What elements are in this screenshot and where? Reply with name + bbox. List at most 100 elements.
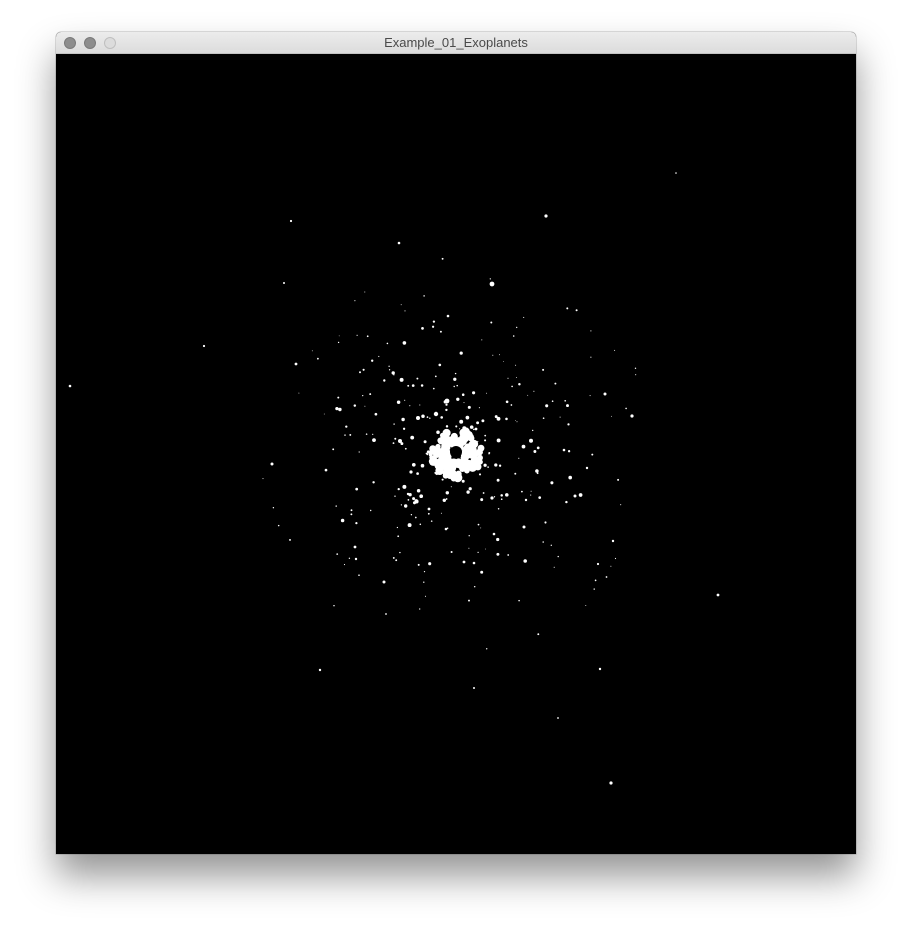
planet-dot <box>385 613 387 615</box>
planet-dot <box>486 648 488 650</box>
planet-dot <box>466 490 470 494</box>
planet-dot <box>356 334 358 336</box>
planet-dot <box>401 417 405 422</box>
planet-dot <box>369 393 372 396</box>
planet-dot <box>364 405 366 407</box>
planet-dot <box>397 535 400 538</box>
planet-dot <box>515 364 517 366</box>
planet-dot <box>482 492 485 494</box>
planet-dot <box>562 448 566 452</box>
planet-dot <box>444 527 448 531</box>
planet-dot <box>483 463 487 467</box>
planet-dot <box>397 487 400 491</box>
planet-dot <box>455 425 458 428</box>
planet-dot <box>337 396 340 399</box>
planet-dot <box>424 595 427 597</box>
planet-dot <box>417 563 420 566</box>
planet-dot <box>498 464 502 467</box>
planet-dot <box>459 419 464 424</box>
planet-dot <box>412 497 416 501</box>
planet-dot <box>675 172 677 174</box>
planet-dot <box>461 449 467 455</box>
planet-dot <box>468 487 472 491</box>
planet-dot <box>497 508 500 510</box>
planet-dot <box>427 512 430 515</box>
planet-dot <box>404 399 406 401</box>
planet-dot <box>317 357 319 360</box>
planet-dot <box>365 433 368 435</box>
planet-dot <box>585 605 587 606</box>
planet-dot <box>400 304 402 306</box>
planet-dot <box>594 579 597 582</box>
planet-dot <box>557 555 559 558</box>
planet-dot <box>388 365 390 367</box>
planet-dot <box>573 494 577 498</box>
planet-dot <box>468 535 470 537</box>
planet-dot <box>411 462 416 467</box>
planet-dot <box>396 526 399 529</box>
planet-dot <box>484 434 487 437</box>
planet-dot <box>538 496 542 499</box>
planet-dot <box>514 472 517 475</box>
planet-dot <box>536 446 540 450</box>
planet-dot <box>420 463 425 468</box>
planet-dot <box>480 527 482 529</box>
exoplanet-canvas[interactable] <box>56 54 856 854</box>
planet-dot <box>459 428 461 430</box>
planet-dot <box>378 355 380 358</box>
planet-dot <box>202 344 206 348</box>
planet-dot <box>453 377 457 381</box>
planet-dot <box>473 428 475 431</box>
planet-dot <box>533 450 537 453</box>
planet-dot <box>474 427 478 431</box>
planet-dot <box>542 417 545 420</box>
planet-dot <box>585 466 589 470</box>
title-bar[interactable]: Example_01_Exoplanets <box>56 32 856 54</box>
planet-dot <box>409 470 413 474</box>
planet-dot <box>468 599 470 602</box>
planet-dot <box>489 281 495 287</box>
planet-dot <box>461 479 465 483</box>
planet-dot <box>500 498 503 501</box>
planet-dot <box>614 557 617 560</box>
planet-dot <box>610 415 612 417</box>
planet-dot <box>477 440 479 442</box>
planet-dot <box>456 397 460 401</box>
planet-dot <box>590 356 592 358</box>
planet-dot <box>358 451 360 453</box>
planet-dot <box>359 371 361 374</box>
planet-dot <box>499 354 500 356</box>
planet-dot <box>459 433 469 443</box>
planet-dot <box>450 458 456 464</box>
planet-dot <box>507 377 509 379</box>
planet-dot <box>428 459 433 463</box>
planet-dot <box>456 477 459 481</box>
planet-dot <box>461 393 465 396</box>
planet-dot <box>372 433 374 435</box>
planet-dot <box>500 494 503 497</box>
planet-dot <box>468 547 470 549</box>
planet-dot <box>564 399 567 402</box>
planet-dot <box>551 400 554 403</box>
planet-dot <box>294 362 298 366</box>
planet-dot <box>430 520 433 522</box>
planet-dot <box>419 404 421 406</box>
planet-dot <box>496 552 500 556</box>
planet-dot <box>455 470 462 478</box>
planet-dot <box>354 300 356 302</box>
planet-dot <box>542 368 545 371</box>
planet-dot <box>493 496 496 498</box>
planet-dot <box>524 498 528 502</box>
planet-dot <box>386 342 389 345</box>
planet-dot <box>382 580 386 584</box>
planet-dot <box>596 562 600 566</box>
planet-dot <box>419 523 422 526</box>
planet-dot <box>459 351 463 355</box>
planet-dot <box>530 494 532 496</box>
planet-dot <box>412 501 417 505</box>
planet-dot <box>634 367 637 369</box>
planet-dot <box>442 456 451 464</box>
planet-dot <box>445 403 448 406</box>
planet-dot <box>311 350 313 352</box>
planet-dot <box>445 491 450 495</box>
